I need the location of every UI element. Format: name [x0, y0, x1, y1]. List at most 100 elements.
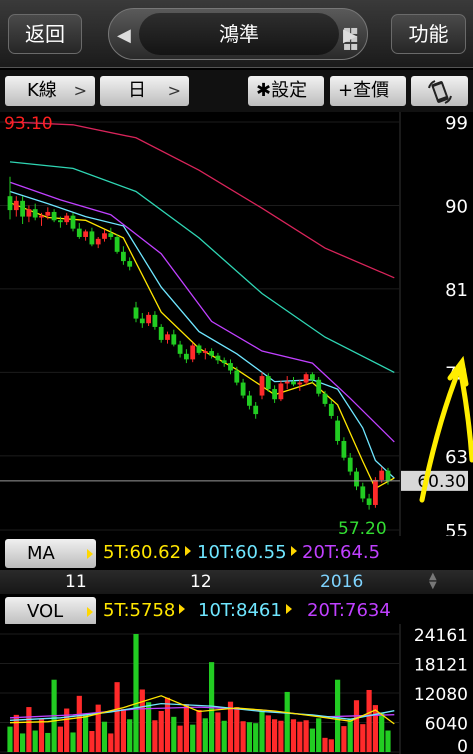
candle-body: [284, 381, 290, 384]
volume-bar: [309, 728, 315, 752]
candle-body: [341, 440, 347, 458]
kline-label: K線: [27, 80, 57, 101]
candle-body: [152, 314, 158, 327]
stock-switcher[interactable]: ◀ 鴻準 ▪▪ ▪▪ ▪▪ ▶: [108, 8, 368, 60]
volume-bar: [45, 732, 51, 752]
volume-axis-label: 24161: [414, 626, 468, 646]
volume-axis-label: 0: [457, 737, 468, 754]
volume-bar: [108, 733, 114, 752]
candle-body: [373, 479, 378, 505]
volume-bar: [196, 709, 202, 752]
ma-indicator-button[interactable]: MA: [5, 539, 96, 568]
triangle-right-icon: [179, 604, 186, 614]
price-axis-label: 99: [445, 113, 468, 134]
ma5-legend: 5T:60.62: [103, 542, 192, 563]
volume-bar: [240, 721, 246, 752]
volume-bar: [316, 718, 322, 752]
volume-bar: [83, 713, 89, 752]
volume-bar: [190, 724, 196, 752]
volume-bar: [234, 707, 240, 752]
volume-bar: [353, 700, 360, 752]
candle-body: [165, 334, 170, 340]
rotate-screen-button[interactable]: [411, 76, 468, 106]
volume-bar: [278, 720, 284, 752]
volume-bar: [290, 719, 297, 752]
candle-body: [196, 345, 202, 353]
triangle-right-icon: [87, 607, 93, 617]
volume-bar: [120, 709, 126, 752]
vol-legend: VOL 5T:5758 10T:8461 20T:7634: [0, 594, 400, 628]
chevron-right-icon: >: [167, 81, 181, 100]
candle-body: [303, 374, 309, 383]
candle-body: [190, 345, 196, 360]
price-axis-label: 90: [445, 196, 468, 217]
volume-bar: [146, 702, 152, 752]
candle-body: [215, 355, 221, 361]
candle-body: [177, 344, 183, 354]
candle-body: [385, 470, 391, 481]
kline-type-button[interactable]: K線 >: [5, 76, 95, 106]
candle-body: [272, 389, 277, 400]
candle-body: [133, 307, 139, 319]
stock-name-display[interactable]: 鴻準 ▪▪ ▪▪ ▪▪: [139, 13, 358, 55]
volume-bar: [26, 707, 32, 752]
candle-body: [121, 251, 126, 262]
candle-body: [32, 209, 38, 218]
function-button[interactable]: 功能: [391, 14, 466, 54]
volume-bar: [246, 722, 252, 752]
candle-body: [265, 376, 271, 390]
candle-body: [171, 334, 177, 345]
volume-bar: [38, 718, 45, 752]
volume-bar: [253, 723, 259, 752]
candle-body: [39, 215, 44, 218]
vol-indicator-button[interactable]: VOL: [5, 597, 96, 626]
candle-body: [366, 498, 372, 505]
settings-button[interactable]: ✱設定: [248, 76, 324, 106]
vol20-legend: 20T:7634: [307, 600, 391, 621]
candle-body: [26, 209, 32, 217]
price-lookup-button[interactable]: +查價: [330, 76, 406, 106]
left-arrow-icon[interactable]: ◀: [117, 25, 131, 46]
right-arrow-icon[interactable]: ▶: [343, 25, 357, 46]
volume-bar: [127, 719, 133, 752]
back-button[interactable]: 返回: [8, 14, 82, 54]
candle-body: [70, 215, 76, 229]
candle-body: [202, 351, 208, 353]
candle-body: [209, 351, 214, 356]
candle-body: [64, 215, 70, 223]
volume-bar: [76, 695, 82, 752]
resize-handle-icon[interactable]: ▲ ▼: [429, 572, 437, 591]
period-low-label: 57.20: [338, 519, 387, 536]
ma-legend: MA 5T:60.62 10T:60.55 20T:64.5: [0, 536, 400, 570]
candle-body: [278, 383, 284, 400]
candle-body: [328, 403, 334, 416]
volume-bar: [265, 715, 271, 752]
volume-bar: [297, 721, 303, 752]
date-label: 11: [65, 572, 87, 592]
volume-bar: [20, 733, 26, 752]
candle-body: [335, 420, 340, 441]
candle-body: [13, 200, 19, 211]
period-label: 日: [128, 80, 146, 101]
candle-body: [379, 470, 385, 480]
volume-bar: [328, 739, 334, 752]
candle-body: [45, 211, 51, 216]
candle-body: [146, 314, 151, 324]
period-button[interactable]: 日 >: [100, 76, 189, 106]
candle-body: [354, 471, 359, 487]
vol-button-label: VOL: [27, 601, 64, 622]
candle-body: [95, 238, 101, 245]
volume-bar: [158, 710, 164, 752]
candle-body: [51, 211, 57, 221]
triangle-right-icon: [185, 546, 192, 556]
volume-bar: [183, 704, 189, 752]
date-label: 2016: [320, 572, 364, 592]
volume-bar: [379, 712, 385, 752]
candle-body: [360, 486, 366, 499]
volume-bar: [303, 720, 309, 752]
volume-bar: [360, 724, 366, 752]
volume-chart[interactable]: 24161 18121 12080 6040 0: [0, 624, 473, 754]
candle-body: [347, 457, 353, 472]
candle-body: [259, 376, 265, 396]
volume-bar: [372, 705, 378, 752]
